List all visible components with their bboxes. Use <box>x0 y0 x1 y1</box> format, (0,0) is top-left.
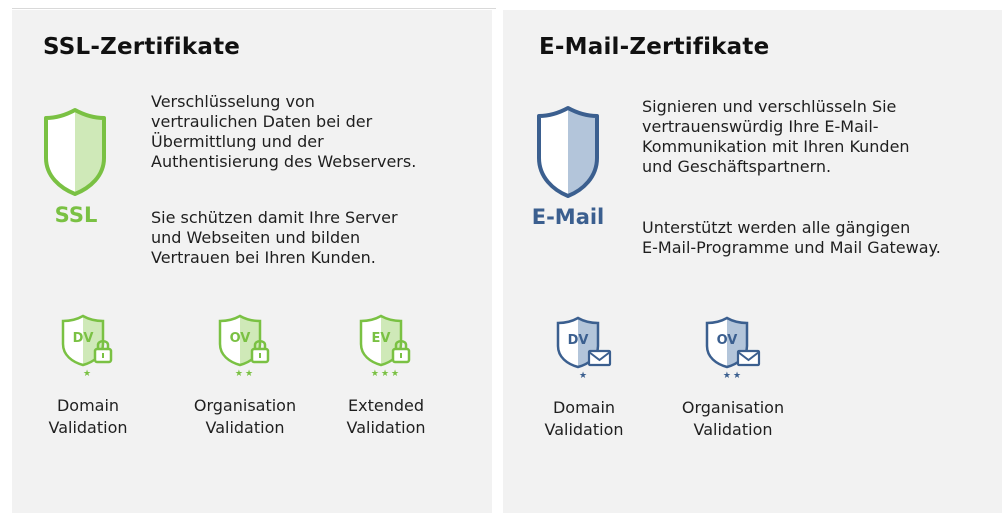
ssl-title: SSL-Zertifikate <box>43 34 241 60</box>
badge-code: OV <box>230 331 251 346</box>
top-divider <box>12 8 496 9</box>
ssl-shield-icon <box>42 106 108 202</box>
email-shield-icon <box>535 104 601 204</box>
badge-code: OV <box>717 333 738 348</box>
shield-envelope-icon: OV <box>705 316 761 369</box>
badge-label: Extended Validation <box>346 396 426 437</box>
rating-stars: ★★ <box>722 371 744 381</box>
badge-code: EV <box>372 331 391 346</box>
email-icon-label: E-Mail <box>531 205 605 229</box>
shield-lock-icon: DV <box>61 314 113 367</box>
ssl-badge-organisation-validation: OV ★★ Organisation Validation <box>184 313 306 439</box>
badge-code: DV <box>568 333 589 348</box>
shield-envelope-icon: DV <box>556 316 612 369</box>
email-description: Signieren und verschlüsseln Sie vertraue… <box>642 97 910 176</box>
shield-lock-icon: OV <box>218 314 270 367</box>
email-title: E-Mail-Zertifikate <box>539 34 770 60</box>
ssl-certificates-panel: SSL-Zertifikate SSL Verschlüsselung von … <box>12 10 492 513</box>
ssl-badge-extended-validation: EV ★★★ Extended Validation <box>332 313 440 439</box>
shield-lock-icon: EV <box>359 314 411 367</box>
ssl-icon-label: SSL <box>54 203 98 227</box>
badge-label: Organisation Validation <box>193 396 297 437</box>
badge-code: DV <box>73 331 94 346</box>
ssl-description: Verschlüsselung von vertraulichen Daten … <box>151 92 417 171</box>
rating-stars: ★★★ <box>370 369 402 379</box>
rating-stars: ★ <box>82 369 94 379</box>
badge-label: Domain Validation <box>544 398 624 439</box>
badge-label: Domain Validation <box>48 396 128 437</box>
ssl-badge-domain-validation: DV ★ Domain Validation <box>34 313 142 439</box>
email-badge-organisation-validation: OV ★★ Organisation Validation <box>672 315 794 441</box>
badge-label: Organisation Validation <box>681 398 785 439</box>
email-badge-domain-validation: DV ★ Domain Validation <box>530 315 638 441</box>
rating-stars: ★★ <box>234 369 256 379</box>
email-certificates-panel: E-Mail-Zertifikate E-Mail Signieren und … <box>503 10 1002 513</box>
ssl-description-2: Sie schützen damit Ihre Server und Webse… <box>151 208 398 267</box>
rating-stars: ★ <box>578 371 590 381</box>
email-description-2: Unterstützt werden alle gängigen E-Mail-… <box>642 218 941 257</box>
